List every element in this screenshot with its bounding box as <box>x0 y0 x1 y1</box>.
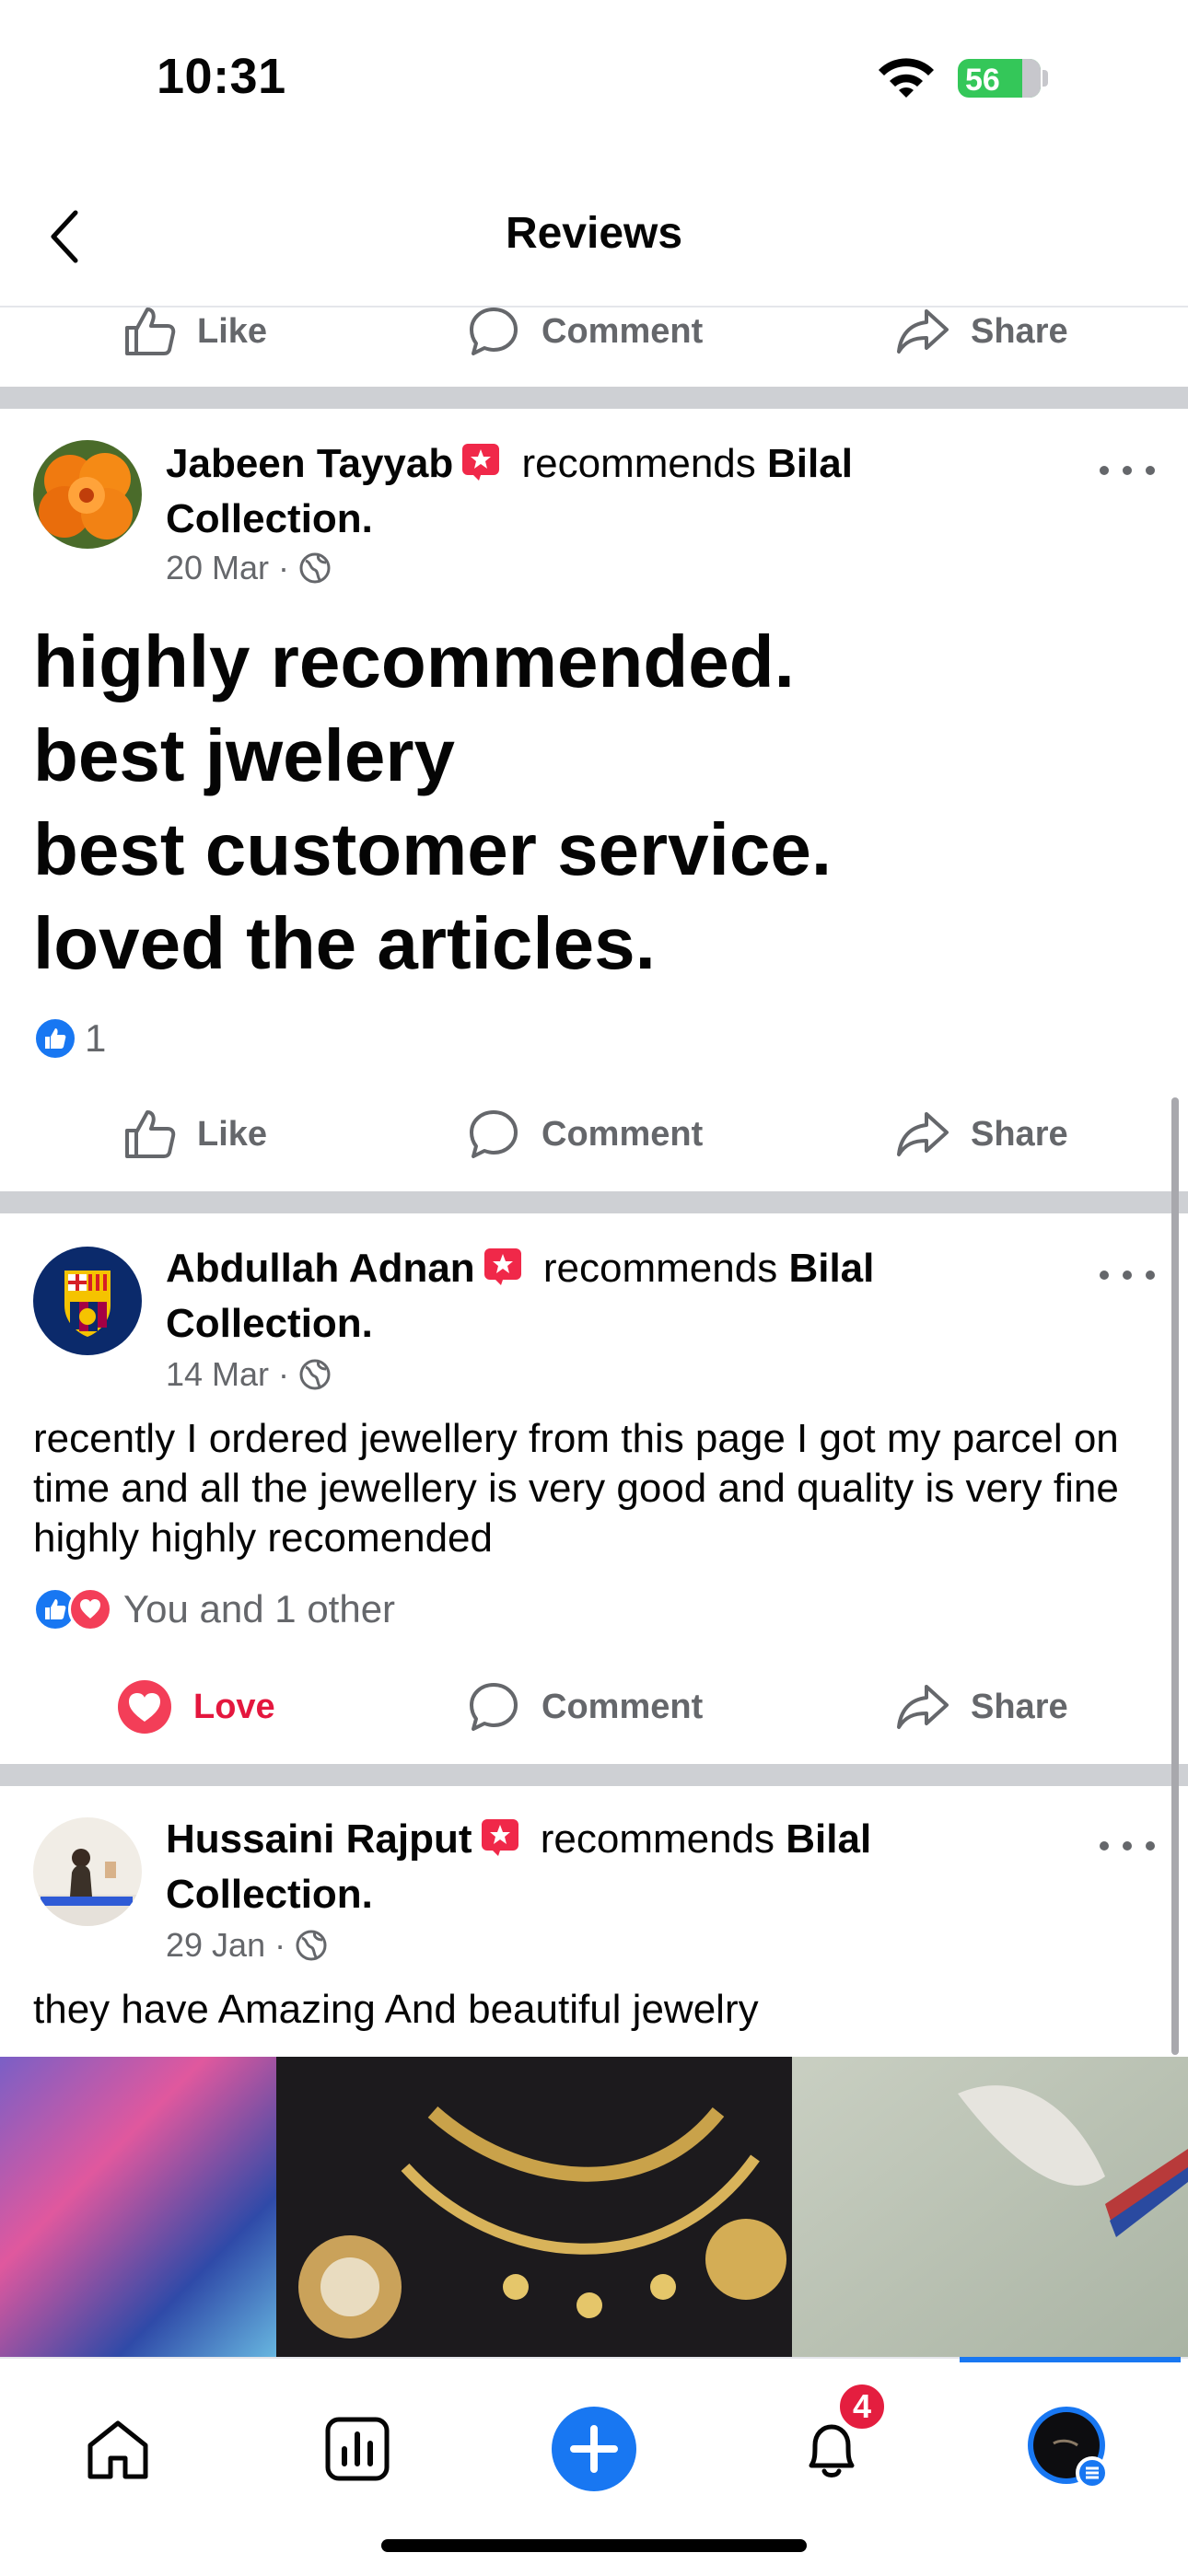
chevron-left-icon <box>51 210 78 263</box>
recommends-text: recommends <box>540 1816 775 1862</box>
post-text: highly recommended. best jwelery best cu… <box>33 621 833 984</box>
back-button[interactable] <box>37 204 92 269</box>
comment-icon <box>470 307 518 355</box>
wifi-icon <box>879 58 934 98</box>
home-indicator[interactable] <box>381 2539 807 2552</box>
more-options-button[interactable] <box>1100 1261 1155 1289</box>
post-date[interactable]: 14 Mar <box>166 1355 269 1394</box>
globe-icon <box>299 1359 331 1390</box>
comment-icon <box>470 1683 518 1731</box>
thumbs-up-icon <box>125 307 176 355</box>
comment-button[interactable]: Comment <box>466 1661 703 1753</box>
post-meta: 20 Mar · <box>166 549 332 587</box>
globe-icon <box>296 1930 327 1961</box>
recommend-star-icon <box>483 1248 521 1285</box>
post-date[interactable]: 29 Jan <box>166 1926 265 1965</box>
comment-button[interactable]: Comment <box>466 1088 703 1180</box>
like-reaction-icon <box>33 1016 77 1061</box>
thumbs-up-icon <box>125 1110 176 1158</box>
page-name-rest[interactable]: Collection. <box>166 1301 373 1346</box>
more-options-button[interactable] <box>1100 457 1155 484</box>
active-tab-indicator <box>960 2357 1181 2362</box>
page-name[interactable]: Bilal <box>786 1816 871 1862</box>
author-name[interactable]: Jabeen Tayyab <box>166 441 453 486</box>
post-author-line: Jabeen Tayyab recommends Bilal Collection… <box>166 436 1050 547</box>
meta-dot: · <box>278 549 290 586</box>
post-text: recently I ordered jewellery from this p… <box>33 1416 1119 1561</box>
battery-indicator: 56 <box>958 59 1041 98</box>
reaction-summary[interactable]: You and 1 other <box>33 1585 395 1633</box>
love-reaction-icon <box>118 1680 171 1734</box>
avatar[interactable] <box>33 1247 142 1355</box>
avatar[interactable] <box>33 440 142 549</box>
jewelry-photo <box>0 2057 1188 2357</box>
author-name[interactable]: Hussaini Rajput <box>166 1816 472 1862</box>
tab-profile[interactable] <box>1004 2394 1133 2504</box>
meta-dot: · <box>278 1355 290 1393</box>
page-name[interactable]: Bilal <box>788 1246 874 1291</box>
post-date[interactable]: 20 Mar <box>166 549 269 587</box>
battery-tip <box>1042 70 1048 87</box>
avatar[interactable] <box>33 1817 142 1926</box>
bar-chart-icon <box>325 2417 390 2481</box>
home-icon <box>87 2420 148 2479</box>
share-button[interactable]: Share <box>895 285 1068 377</box>
notification-badge: 4 <box>836 2381 888 2432</box>
status-time: 10:31 <box>157 49 286 104</box>
more-options-button[interactable] <box>1100 1832 1155 1860</box>
author-name[interactable]: Abdullah Adnan <box>166 1246 475 1291</box>
share-icon <box>897 1112 949 1156</box>
post-divider <box>0 387 1188 409</box>
love-button[interactable]: Love <box>116 1661 275 1753</box>
page-name[interactable]: Bilal <box>767 441 853 486</box>
meta-dot: · <box>274 1926 286 1964</box>
comment-button[interactable]: Comment <box>466 285 703 377</box>
post-text: they have Amazing And beautiful jewelry <box>33 1987 759 2032</box>
reaction-summary-text: You and 1 other <box>123 1587 396 1630</box>
post-divider <box>0 1764 1188 1786</box>
post-divider <box>0 1191 1188 1213</box>
page-avatar-icon <box>1028 2407 1109 2489</box>
recommend-star-icon <box>481 1819 518 1856</box>
globe-icon <box>299 552 331 584</box>
reaction-count: 1 <box>85 1016 107 1060</box>
page-name-rest[interactable]: Collection. <box>166 496 373 541</box>
tab-insights[interactable] <box>293 2394 422 2504</box>
share-icon <box>897 1685 949 1729</box>
post-author-line: Abdullah Adnan recommends Bilal Collectio… <box>166 1241 1050 1352</box>
page-name-rest[interactable]: Collection. <box>166 1872 373 1917</box>
like-button[interactable]: Like <box>122 1088 267 1180</box>
action-bar: Love Comment Share <box>0 1661 1188 1753</box>
club-crest-icon <box>33 1247 142 1355</box>
scrollbar[interactable] <box>1171 1097 1179 2055</box>
love-reaction-icon <box>68 1587 112 1631</box>
share-button[interactable]: Share <box>895 1661 1068 1753</box>
like-button[interactable]: Like <box>122 285 267 377</box>
reaction-summary[interactable]: 1 <box>33 1015 106 1062</box>
post-photo[interactable] <box>0 2057 1188 2357</box>
battery-level: 56 <box>965 63 1000 98</box>
plus-circle-icon <box>552 2407 636 2491</box>
post-meta: 29 Jan · <box>166 1926 328 1965</box>
action-bar: Like Comment Share <box>0 285 1188 377</box>
share-icon <box>897 309 949 354</box>
post-author-line: Hussaini Rajput recommends Bilal Collecti… <box>166 1812 1050 1922</box>
recommends-text: recommends <box>521 441 756 486</box>
recommends-text: recommends <box>542 1246 778 1291</box>
action-bar: Like Comment Share <box>0 1088 1188 1180</box>
tab-create[interactable] <box>530 2394 658 2504</box>
comment-icon <box>470 1110 518 1158</box>
hibiscus-flower-icon <box>33 440 142 549</box>
tab-home[interactable] <box>53 2394 182 2504</box>
post-meta: 14 Mar · <box>166 1355 332 1394</box>
recommend-star-icon <box>462 444 500 481</box>
page-title: Reviews <box>505 209 683 258</box>
share-button[interactable]: Share <box>895 1088 1068 1180</box>
user-photo-icon <box>33 1817 142 1926</box>
